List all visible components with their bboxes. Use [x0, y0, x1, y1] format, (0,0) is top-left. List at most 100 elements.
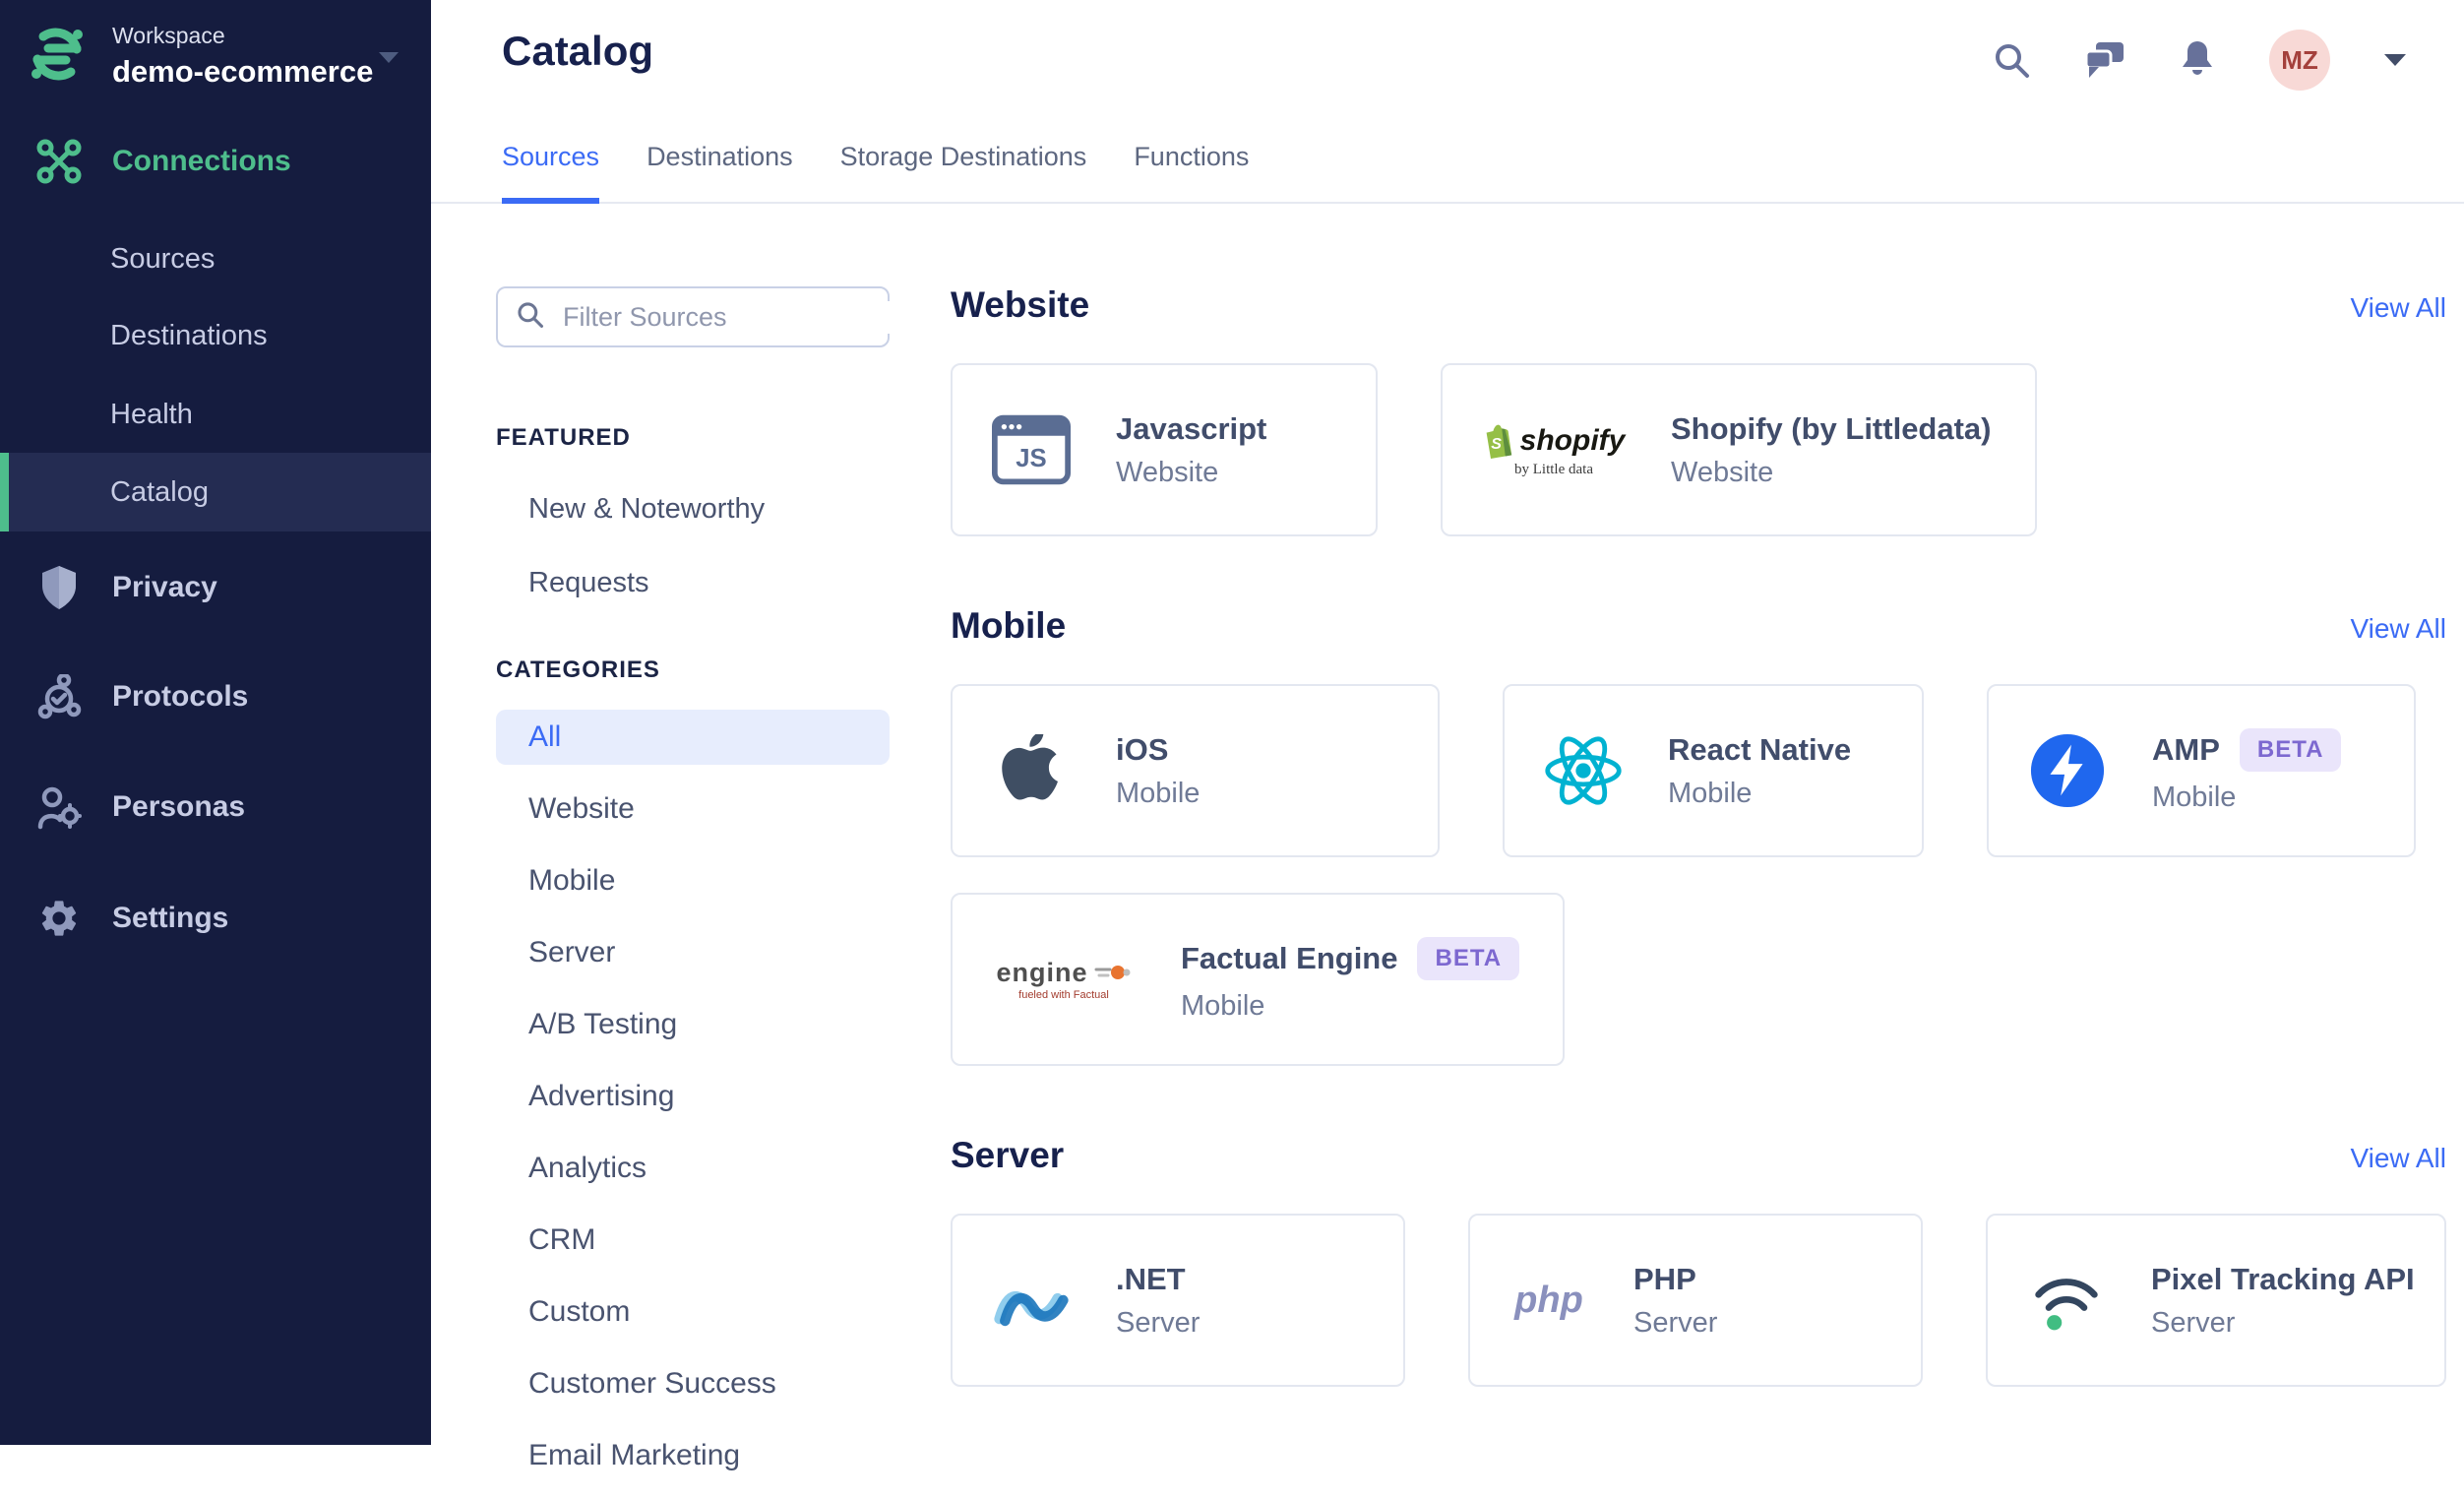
page-header: Catalog MZ Sources Destinations Storage …	[431, 0, 2464, 204]
bell-icon[interactable]	[2179, 39, 2216, 81]
workspace-switcher[interactable]: Workspace demo-ecommerce	[26, 22, 413, 91]
sidebar-item-label: Connections	[112, 145, 291, 177]
sidebar-item-catalog[interactable]: Catalog	[0, 453, 431, 531]
beta-badge: BETA	[2239, 727, 2342, 772]
card-title: React Native	[1668, 731, 1852, 767]
card-category: Website	[1671, 456, 1774, 488]
chat-icon[interactable]	[2084, 40, 2125, 80]
featured-item-requests[interactable]: Requests	[528, 567, 890, 599]
apple-icon	[990, 734, 1073, 807]
connections-icon	[35, 139, 83, 184]
category-item-ab-testing[interactable]: A/B Testing	[496, 997, 890, 1052]
tab-functions[interactable]: Functions	[1134, 142, 1249, 204]
source-card-factual-engine[interactable]: engine fueled with Factual Factual Engin…	[951, 893, 1566, 1066]
category-item-customer-success[interactable]: Customer Success	[496, 1356, 890, 1411]
category-item-analytics[interactable]: Analytics	[496, 1141, 890, 1196]
featured-heading: FEATURED	[496, 424, 631, 451]
section-server: Server View All .NET Server php PHP Serv…	[951, 1135, 2446, 1387]
amp-icon	[2026, 732, 2109, 809]
card-category: Mobile	[2152, 781, 2237, 813]
sidebar-item-destinations[interactable]: Destinations	[0, 313, 431, 358]
sidebar-item-label: Protocols	[112, 680, 249, 713]
category-item-email-marketing[interactable]: Email Marketing	[496, 1428, 890, 1483]
card-title: iOS	[1116, 731, 1169, 767]
main-area: Catalog MZ Sources Destinations Storage …	[431, 0, 2464, 1471]
php-icon: php	[1508, 1280, 1590, 1322]
tab-sources[interactable]: Sources	[502, 142, 600, 204]
sidebar-item-protocols[interactable]: Protocols	[0, 669, 431, 724]
sidebar-item-connections[interactable]: Connections	[0, 134, 431, 189]
sidebar-item-label: Destinations	[110, 319, 268, 351]
card-title: PHP	[1633, 1261, 1696, 1296]
card-title: Shopify (by Littledata)	[1671, 410, 1992, 446]
sidebar-item-privacy[interactable]: Privacy	[0, 560, 431, 615]
sidebar-item-label: Catalog	[110, 475, 209, 508]
section-title: Server	[951, 1135, 1065, 1175]
source-card-dotnet[interactable]: .NET Server	[951, 1214, 1405, 1387]
categories-heading: CATEGORIES	[496, 656, 660, 683]
section-title: Website	[951, 284, 1090, 325]
chevron-down-icon[interactable]	[378, 51, 400, 70]
avatar[interactable]: MZ	[2269, 30, 2330, 91]
tab-destinations[interactable]: Destinations	[647, 142, 793, 204]
card-title: Javascript	[1116, 410, 1267, 446]
source-card-shopify[interactable]: S shopify by Little data Shopify (by Lit…	[1441, 363, 2037, 536]
svg-text:JS: JS	[1016, 445, 1046, 472]
app-window: Workspace demo-ecommerce Connections Sou…	[0, 0, 2464, 1471]
category-item-mobile[interactable]: Mobile	[496, 853, 890, 908]
view-all-link[interactable]: View All	[2350, 292, 2446, 324]
category-item-advertising[interactable]: Advertising	[496, 1069, 890, 1124]
card-category: Server	[1633, 1306, 1718, 1339]
category-item-all[interactable]: All	[496, 710, 890, 765]
sidebar-item-health[interactable]: Health	[0, 392, 431, 437]
account-chevron-down-icon[interactable]	[2383, 53, 2407, 68]
segment-logo-icon	[26, 23, 89, 91]
shopify-icon: S shopify by Little data	[1480, 422, 1628, 478]
sidebar-item-label: Sources	[110, 242, 216, 275]
sidebar-item-personas[interactable]: Personas	[0, 780, 431, 835]
dotnet-icon	[990, 1272, 1073, 1329]
filter-sources-field	[496, 286, 913, 347]
sidebar-item-settings[interactable]: Settings	[0, 891, 431, 946]
card-title: AMP	[2152, 731, 2220, 767]
factual-engine-icon: engine fueled with Factual	[990, 958, 1138, 1001]
category-item-website[interactable]: Website	[496, 781, 890, 837]
source-card-amp[interactable]: AMP BETA Mobile	[1987, 684, 2416, 857]
sidebar: Workspace demo-ecommerce Connections Sou…	[0, 0, 431, 1445]
source-card-pixel-tracking-api[interactable]: Pixel Tracking API Server	[1986, 1214, 2446, 1387]
personas-icon	[35, 784, 83, 830]
javascript-browser-icon: JS	[990, 414, 1073, 485]
view-all-link[interactable]: View All	[2350, 1143, 2446, 1174]
pixel-tracking-icon	[2025, 1265, 2108, 1336]
section-mobile: Mobile View All iOS Mobile React Native …	[951, 605, 2446, 1066]
category-item-crm[interactable]: CRM	[496, 1213, 890, 1268]
category-item-custom[interactable]: Custom	[496, 1284, 890, 1340]
catalog-tabs: Sources Destinations Storage Destination…	[502, 142, 1249, 204]
filter-sidebar: FEATURED New & Noteworthy Requests CATEG…	[496, 206, 913, 1500]
category-item-server[interactable]: Server	[496, 925, 890, 980]
sidebar-item-sources[interactable]: Sources	[0, 236, 431, 281]
source-card-ios[interactable]: iOS Mobile	[951, 684, 1440, 857]
search-icon[interactable]	[1992, 40, 2031, 80]
protocols-icon	[35, 674, 83, 719]
source-card-react-native[interactable]: React Native Mobile	[1503, 684, 1924, 857]
shopify-byline: by Little data	[1514, 461, 1593, 477]
featured-item-new-noteworthy[interactable]: New & Noteworthy	[528, 493, 890, 526]
card-category: Mobile	[1181, 989, 1265, 1022]
sidebar-item-label: Personas	[112, 790, 246, 823]
catalog-grid: Website View All JS Javascript Website S…	[951, 206, 2446, 1387]
source-card-php[interactable]: php PHP Server	[1468, 1214, 1923, 1387]
card-category: Server	[2151, 1306, 2236, 1339]
tab-storage-destinations[interactable]: Storage Destinations	[840, 142, 1087, 204]
source-card-javascript[interactable]: JS Javascript Website	[951, 363, 1378, 536]
view-all-link[interactable]: View All	[2350, 613, 2446, 645]
page-title: Catalog	[502, 28, 654, 74]
section-website: Website View All JS Javascript Website S…	[951, 284, 2446, 536]
workspace-label: Workspace	[112, 23, 225, 48]
card-title: Factual Engine	[1181, 940, 1398, 975]
factual-engine-wordmark: engine	[996, 958, 1088, 987]
gear-icon	[35, 897, 83, 940]
filter-sources-input[interactable]	[561, 300, 913, 334]
card-category: Website	[1116, 456, 1219, 488]
section-title: Mobile	[951, 605, 1067, 646]
